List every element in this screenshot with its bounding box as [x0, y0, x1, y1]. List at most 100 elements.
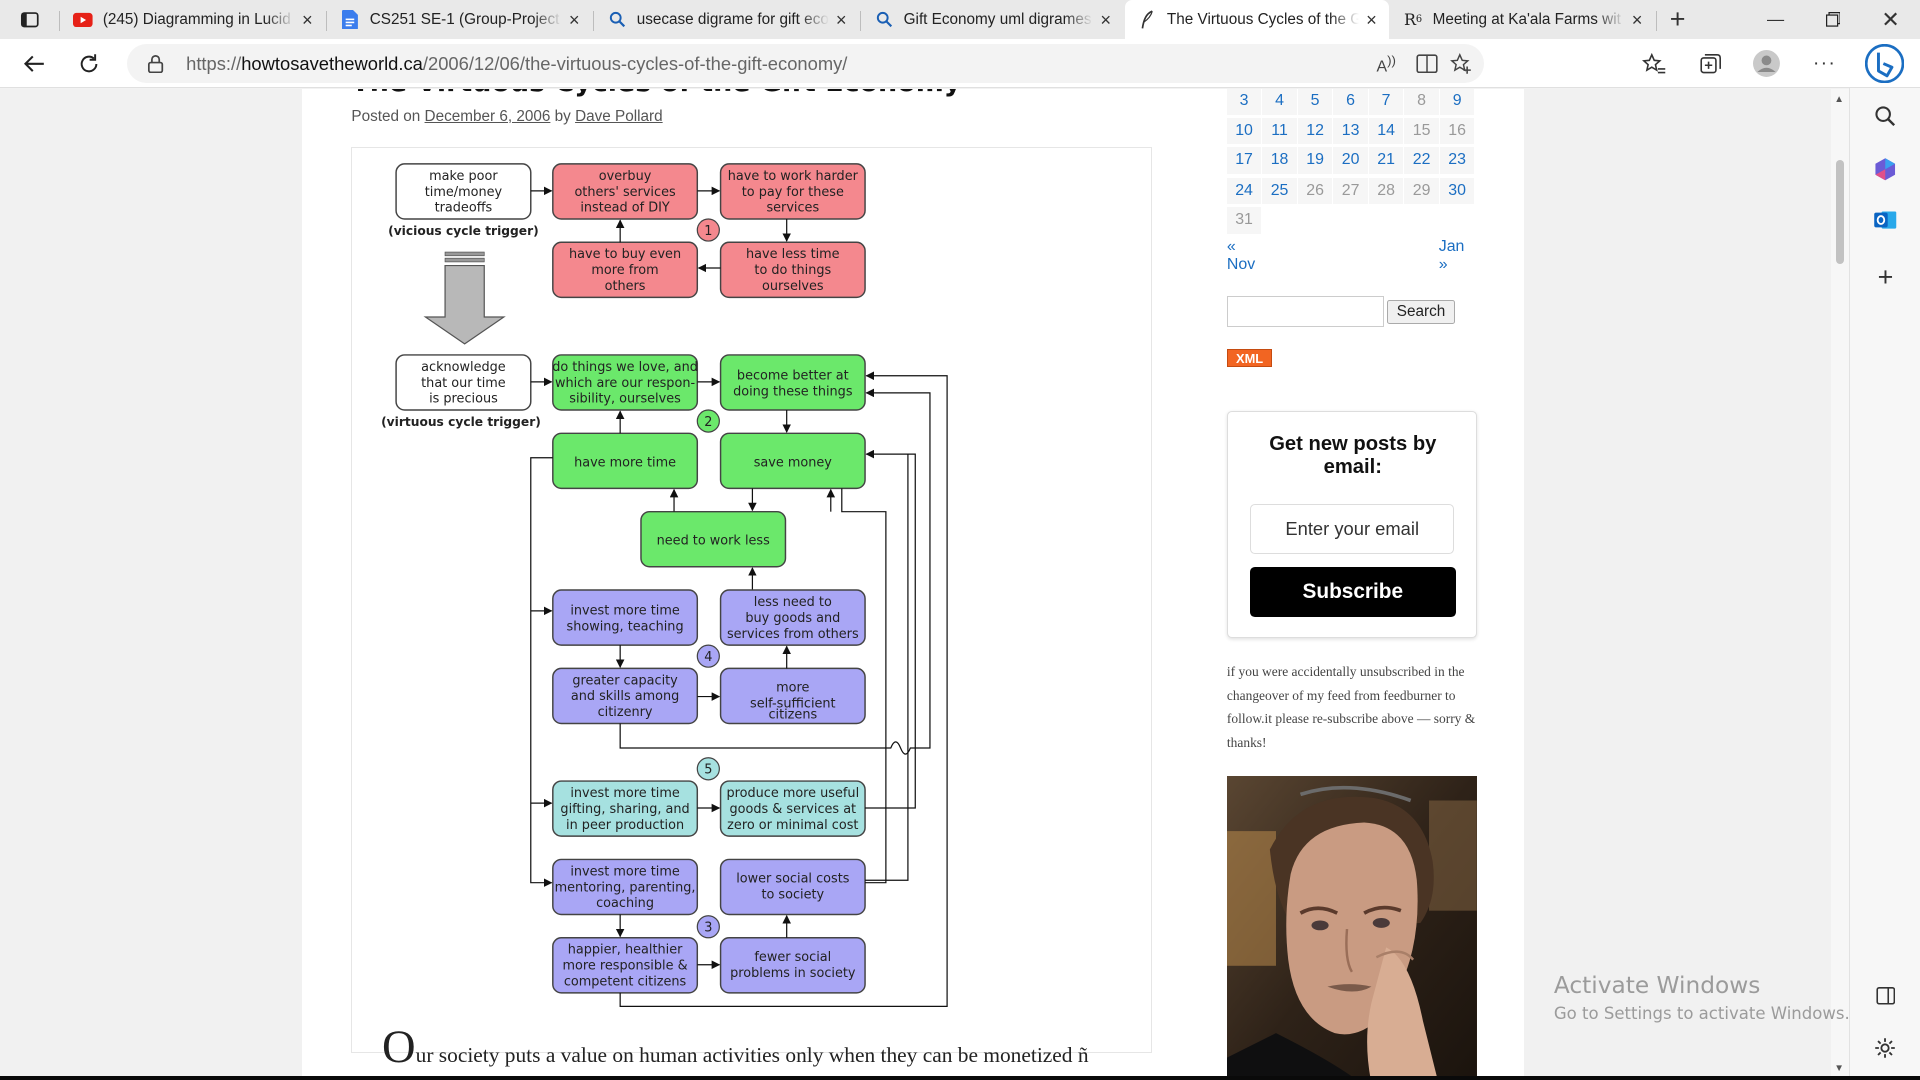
favorites-icon[interactable]	[1637, 47, 1671, 81]
tab-strip: (245) Diagramming in Lucid × CS251 SE-1 …	[0, 0, 1920, 40]
calendar-day[interactable]: 20	[1333, 146, 1368, 174]
settings-gear-icon[interactable]	[1867, 1030, 1904, 1067]
bing-copilot-icon[interactable]	[1864, 43, 1906, 85]
add-favorite-icon[interactable]	[1449, 52, 1472, 81]
calendar-day[interactable]: 14	[1368, 117, 1404, 145]
watermark-line-1: Activate Windows	[1553, 972, 1761, 1000]
new-tab-button[interactable]: +	[1660, 2, 1694, 36]
address-bar[interactable]: https://howtosavetheworld.ca/2006/12/06/…	[127, 44, 1485, 84]
gift-economy-cycles-diagram: make poor time/money tradeoffs (vicious cy…	[382, 163, 949, 1007]
calendar-day[interactable]: 11	[1262, 117, 1297, 145]
profile-avatar[interactable]	[1750, 47, 1784, 81]
subscribe-button[interactable]: Subscribe	[1249, 566, 1456, 617]
calendar-day[interactable]: 23	[1439, 146, 1475, 174]
tab-actions-icon[interactable]	[12, 2, 46, 36]
calendar-day[interactable]: 3	[1226, 89, 1262, 116]
tab-title: The Virtuous Cycles of the G	[1166, 10, 1360, 28]
quill-icon	[1138, 10, 1158, 30]
calendar-day: 8	[1404, 89, 1439, 116]
sidebar-toggle-icon[interactable]	[1867, 977, 1904, 1014]
refresh-button[interactable]	[72, 47, 106, 81]
google-docs-icon	[340, 9, 360, 30]
windows-activation-watermark: Activate Windows Go to Settings to activ…	[1554, 972, 1850, 1023]
diagram-figure: make poor time/money tradeoffs (vicious cy…	[351, 146, 1153, 1054]
copilot-icon[interactable]	[1867, 151, 1904, 188]
calendar-day[interactable]: 30	[1439, 177, 1475, 205]
calendar-day[interactable]: 9	[1439, 89, 1475, 116]
xml-feed-badge[interactable]: XML	[1226, 348, 1273, 368]
calendar-day[interactable]: 25	[1262, 177, 1297, 205]
calendar-day[interactable]: 21	[1368, 146, 1404, 174]
immersive-reader-icon[interactable]	[1415, 54, 1438, 80]
calendar-day[interactable]: 6	[1333, 89, 1368, 116]
calendar-day[interactable]: 22	[1404, 146, 1439, 174]
vicious-trigger-caption: (vicious cycle trigger)	[389, 224, 540, 238]
calendar-day[interactable]: 4	[1262, 89, 1297, 116]
subscribe-heading: Get new posts by email:	[1269, 433, 1437, 479]
restore-button[interactable]	[1816, 2, 1850, 36]
scrollbar-thumb[interactable]	[1835, 160, 1845, 265]
read-aloud-icon[interactable]: A))	[1376, 53, 1395, 76]
window-close-button[interactable]: ✕	[1873, 2, 1907, 36]
collections-icon[interactable]	[1693, 47, 1727, 81]
close-icon[interactable]: ×	[1625, 9, 1649, 31]
calendar-day[interactable]: 18	[1262, 146, 1297, 174]
calendar-day[interactable]: 24	[1226, 177, 1262, 205]
tab-usecase-search[interactable]: usecase digrame for gift eco ×	[595, 0, 858, 39]
scroll-up-icon[interactable]: ▲	[1834, 94, 1844, 105]
email-field[interactable]: Enter your email	[1249, 504, 1455, 555]
more-menu-icon[interactable]: ···	[1807, 47, 1841, 81]
search-icon[interactable]	[1867, 98, 1904, 135]
calendar-day: 31	[1226, 206, 1262, 234]
calendar-day: 16	[1439, 117, 1475, 145]
calendar-next-link[interactable]: Jan »	[1439, 238, 1465, 274]
close-icon[interactable]: ×	[1093, 9, 1117, 31]
scroll-down-icon[interactable]: ▼	[1834, 1063, 1844, 1074]
calendar-day: 26	[1297, 177, 1333, 205]
post-date-link[interactable]: December 6, 2006	[425, 108, 551, 125]
cycle-number-5-label: 5	[705, 763, 713, 778]
diagram-text-work-less: need to work less	[657, 534, 770, 549]
back-button[interactable]	[17, 47, 51, 81]
author-link[interactable]: Dave Pollard	[575, 108, 663, 125]
page-content: The Virtuous Cycles of the Gift Economy …	[302, 89, 1525, 1080]
tab-diagramming-lucid[interactable]: (245) Diagramming in Lucid ×	[61, 0, 324, 39]
diagram-text-invest-teaching: invest more time showing, teaching	[567, 603, 684, 634]
post-title: The Virtuous Cycles of the Gift Economy	[351, 89, 961, 98]
search-input[interactable]	[1226, 296, 1384, 327]
diagram-text-trigger-vicious: make poor time/money tradeoffs	[425, 169, 503, 216]
calendar-day[interactable]: 10	[1226, 117, 1262, 145]
minimize-button[interactable]: —	[1758, 2, 1792, 36]
tab-virtuous-cycles[interactable]: The Virtuous Cycles of the G ×	[1125, 0, 1389, 40]
calendar-day[interactable]: 7	[1368, 89, 1404, 116]
outlook-icon[interactable]	[1867, 202, 1904, 239]
tab-title: Gift Economy uml digrames	[903, 10, 1092, 28]
calendar-day[interactable]: 17	[1226, 146, 1262, 174]
diagram-text-trigger-virtuous: acknowledge that our time is precious	[422, 360, 507, 407]
diagram-text-gifting: invest more time gifting, sharing, and in …	[561, 786, 690, 833]
close-icon[interactable]: ×	[295, 9, 319, 31]
edge-sidebar: +	[1848, 88, 1920, 1080]
tab-kaala-farms[interactable]: R6 Meeting at Ka'ala Farms wit ×	[1391, 0, 1654, 39]
lock-icon[interactable]	[147, 54, 164, 80]
search-button[interactable]: Search	[1387, 299, 1455, 325]
calendar-day[interactable]: 5	[1297, 89, 1333, 116]
add-sidebar-app-icon[interactable]: +	[1867, 260, 1904, 297]
calendar-day[interactable]: 13	[1333, 117, 1368, 145]
transition-arrow	[423, 251, 507, 345]
tab-gift-economy-uml[interactable]: Gift Economy uml digrames ×	[862, 0, 1123, 39]
youtube-icon	[73, 10, 94, 30]
diagram-text-more-time: have more time	[574, 455, 676, 470]
search-icon	[607, 10, 627, 30]
calendar-day[interactable]: 19	[1297, 146, 1333, 174]
calendar-day: 29	[1404, 177, 1439, 205]
close-icon[interactable]: ×	[829, 9, 853, 31]
close-icon[interactable]: ×	[1359, 9, 1383, 31]
page-scrollbar[interactable]: ▲ ▼	[1830, 89, 1849, 1080]
calendar-prev-link[interactable]: « Nov	[1227, 238, 1255, 274]
browser-window: (245) Diagramming in Lucid × CS251 SE-1 …	[0, 0, 1920, 1080]
diagram-text-love: do things we love, and which are our resp…	[553, 360, 699, 407]
close-icon[interactable]: ×	[562, 9, 586, 31]
tab-cs251[interactable]: CS251 SE-1 (Group-Project ×	[328, 0, 591, 39]
calendar-day[interactable]: 12	[1297, 117, 1333, 145]
